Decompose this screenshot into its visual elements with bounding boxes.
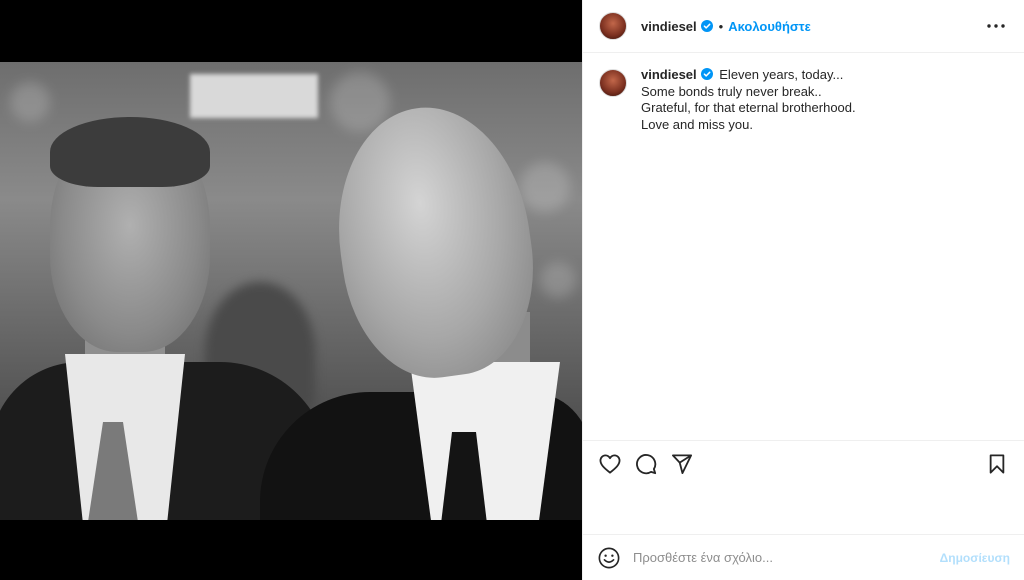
post-modal: vindiesel • Ακολουθήστε vindiesel Eleven… — [0, 0, 1024, 580]
likes-spacer — [583, 486, 1024, 534]
emoji-button[interactable] — [597, 546, 621, 570]
caption-text: vindiesel Eleven years, today... Some bo… — [641, 67, 856, 133]
heart-icon — [599, 453, 621, 474]
bookmark-icon — [989, 453, 1005, 474]
post-sidebar: vindiesel • Ακολουθήστε vindiesel Eleven… — [582, 0, 1024, 580]
verified-badge-icon — [700, 68, 713, 80]
verified-badge-icon — [700, 20, 713, 32]
caption: vindiesel Eleven years, today... Some bo… — [599, 67, 1008, 133]
post-comment-button[interactable]: Δημοσίευση — [940, 551, 1010, 565]
post-photo[interactable] — [0, 62, 582, 520]
comments-area: vindiesel Eleven years, today... Some bo… — [583, 53, 1024, 440]
comment-input[interactable] — [633, 550, 940, 565]
action-bar — [583, 440, 1024, 486]
post-media — [0, 0, 582, 580]
save-button[interactable] — [982, 449, 1012, 479]
header-username[interactable]: vindiesel — [641, 19, 697, 34]
emoji-icon — [598, 547, 620, 568]
share-button[interactable] — [667, 449, 697, 479]
more-options-button[interactable] — [984, 14, 1008, 38]
comment-icon — [636, 453, 657, 474]
like-button[interactable] — [595, 449, 625, 479]
comment-bar: Δημοσίευση — [583, 534, 1024, 580]
caption-line: Some bonds truly never break.. — [641, 83, 822, 99]
follow-button[interactable]: Ακολουθήστε — [728, 19, 811, 34]
separator-dot: • — [718, 18, 724, 34]
avatar[interactable] — [599, 12, 627, 40]
caption-line: Love and miss you. — [641, 116, 754, 132]
caption-line: Grateful, for that eternal brotherhood. — [641, 100, 856, 115]
more-icon — [987, 24, 1005, 28]
caption-avatar[interactable] — [599, 69, 627, 97]
send-icon — [672, 453, 692, 474]
comment-button[interactable] — [631, 449, 661, 479]
post-header: vindiesel • Ακολουθήστε — [583, 0, 1024, 53]
caption-username[interactable]: vindiesel — [641, 67, 697, 82]
caption-line: Eleven years, today... — [719, 67, 844, 82]
